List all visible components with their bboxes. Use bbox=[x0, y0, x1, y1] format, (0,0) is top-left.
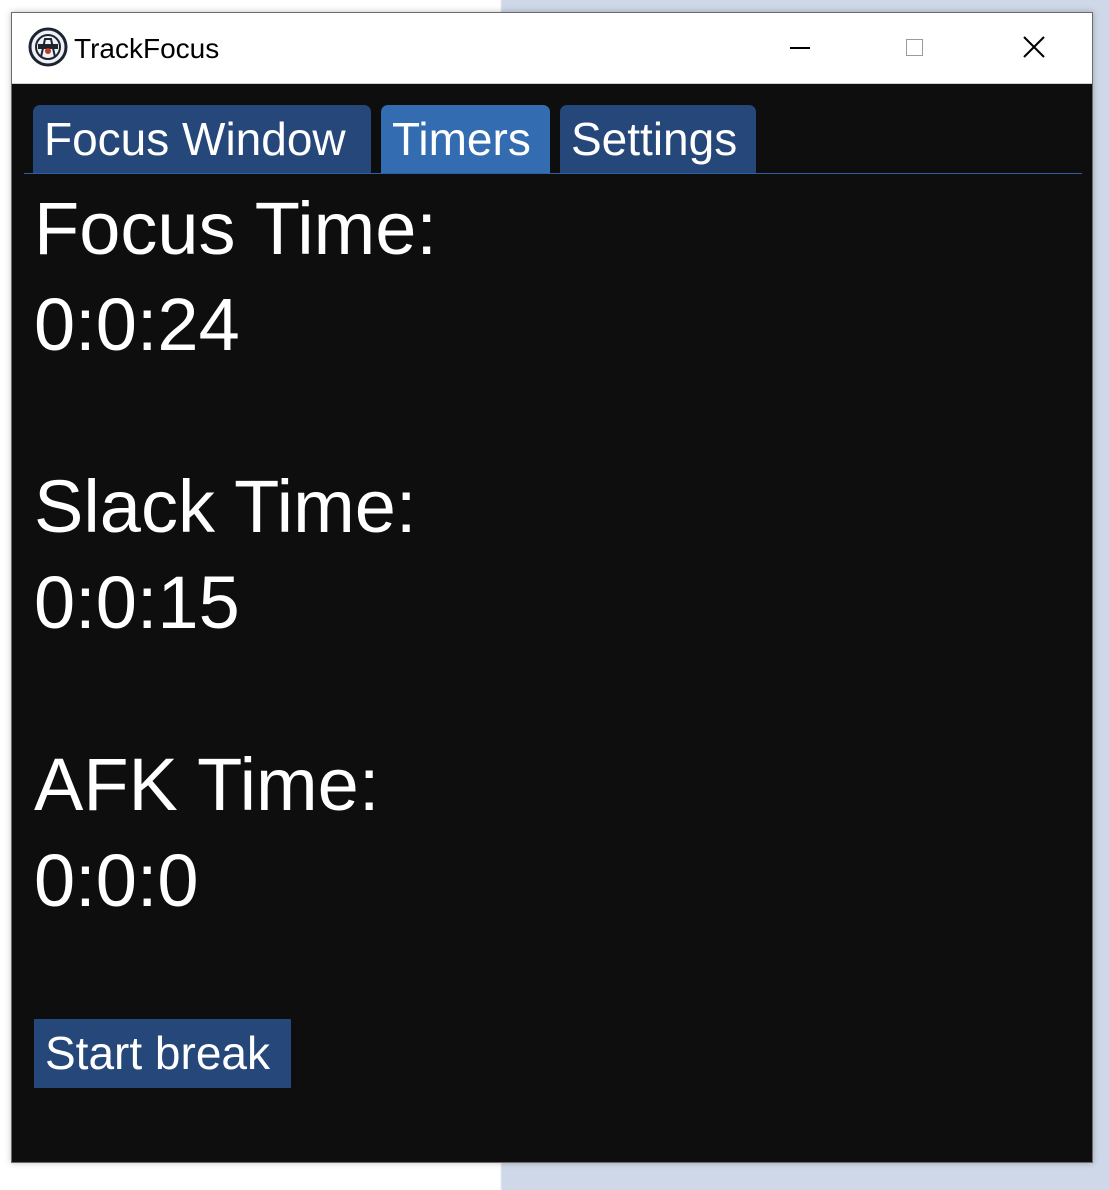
tab-timers[interactable]: Timers bbox=[381, 105, 550, 173]
start-break-button[interactable]: Start break bbox=[34, 1019, 291, 1088]
slack-time-label: Slack Time: bbox=[34, 465, 417, 548]
afk-time-value: 0:0:0 bbox=[34, 839, 199, 922]
slack-time-value: 0:0:15 bbox=[34, 561, 240, 644]
title-bar[interactable]: TrackFocus bbox=[12, 13, 1092, 84]
app-window: TrackFocus Focus Window Timers Settings … bbox=[11, 12, 1093, 1163]
window-title: TrackFocus bbox=[74, 33, 220, 64]
focus-time-label: Focus Time: bbox=[34, 187, 437, 270]
tab-settings[interactable]: Settings bbox=[560, 105, 756, 173]
tab-divider bbox=[24, 173, 1082, 174]
afk-time-label: AFK Time: bbox=[34, 743, 380, 826]
app-logo-icon bbox=[28, 27, 68, 67]
minimize-icon bbox=[790, 47, 810, 49]
close-icon bbox=[1023, 36, 1045, 58]
focus-time-value: 0:0:24 bbox=[34, 283, 240, 366]
tab-focus-window[interactable]: Focus Window bbox=[33, 105, 371, 173]
minimize-button[interactable] bbox=[742, 13, 858, 83]
maximize-button[interactable] bbox=[858, 13, 974, 83]
close-button[interactable] bbox=[974, 13, 1090, 83]
maximize-icon bbox=[906, 39, 923, 56]
